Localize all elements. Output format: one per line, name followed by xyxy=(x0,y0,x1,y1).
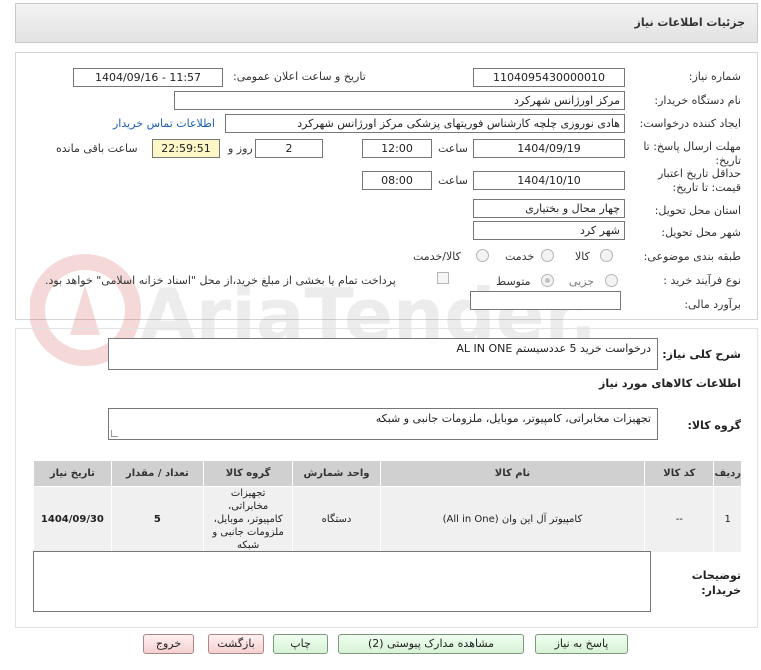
back-button[interactable]: بازگشت xyxy=(208,634,264,654)
table-header-row: ردیف کد کالا نام کالا واحد شمارش گروه کا… xyxy=(33,460,742,487)
process-minor-radio[interactable] xyxy=(605,274,618,287)
validity-label: حداقل تاریخ اعتبار قیمت: تا تاریخ: xyxy=(657,167,741,194)
buyer-org-label: نام دستگاه خریدار: xyxy=(654,94,741,107)
summary-text: درخواست خرید 5 عددسیستم AL IN ONE xyxy=(456,342,651,355)
col-header-code: کد کالا xyxy=(644,460,715,487)
cell-name: کامپیوتر آل این وان (All in One) xyxy=(379,486,646,553)
reply-time-label: ساعت xyxy=(438,142,468,155)
category-service-radio[interactable] xyxy=(541,249,554,262)
validity-date-field[interactable]: 1404/10/10 xyxy=(473,171,625,190)
exit-button[interactable]: خروج xyxy=(143,634,194,654)
category-goods-service-radio[interactable] xyxy=(476,249,489,262)
requester-label: ایجاد کننده درخواست: xyxy=(639,117,741,130)
goods-info-title: اطلاعات کالاهای مورد نیاز xyxy=(599,377,741,390)
page-header: جزئیات اطلاعات نیاز xyxy=(15,3,758,43)
cell-group: تجهیزات مخابراتی، کامپیوتر، موبایل، ملزو… xyxy=(202,486,294,553)
reply-button[interactable]: پاسخ به نیاز xyxy=(535,634,628,654)
city-field[interactable]: شهر کرد xyxy=(473,221,625,240)
requester-field[interactable]: هادی نوروزی چلچه کارشناس فوریتهای پزشکی … xyxy=(225,114,625,133)
table-row[interactable]: 1 -- کامپیوتر آل این وان (All in One) دس… xyxy=(33,486,742,553)
reply-date-field[interactable]: 1404/09/19 xyxy=(473,139,625,158)
col-header-date: تاریخ نیاز xyxy=(33,460,112,487)
col-header-row-num: ردیف xyxy=(713,460,742,487)
items-table: ردیف کد کالا نام کالا واحد شمارش گروه کا… xyxy=(33,460,742,553)
col-header-group: گروه کالا xyxy=(202,460,294,487)
col-header-name: نام کالا xyxy=(379,460,646,487)
buyer-contact-link[interactable]: اطلاعات تماس خریدار xyxy=(113,117,215,130)
buyer-org-field[interactable]: مرکز اورژانس شهرکرد xyxy=(174,91,625,110)
province-field[interactable]: چهار محال و بختیاری xyxy=(473,199,625,218)
cell-qty: 5 xyxy=(110,486,204,553)
category-goods-service-label: کالا/خدمت xyxy=(413,250,461,263)
buyer-notes-field[interactable] xyxy=(33,551,651,612)
items-table-wrap: ردیف کد کالا نام کالا واحد شمارش گروه کا… xyxy=(33,460,742,553)
process-minor-label: جزیی xyxy=(569,275,595,288)
process-label: نوع فرآیند خرید : xyxy=(663,274,741,287)
print-button[interactable]: چاپ xyxy=(273,634,328,654)
process-medium-radio[interactable] xyxy=(541,274,554,287)
cell-date: 1404/09/30 xyxy=(33,486,112,553)
need-number-field[interactable]: 1104095430000010 xyxy=(473,68,625,87)
summary-field[interactable]: درخواست خرید 5 عددسیستم AL IN ONE xyxy=(108,338,658,370)
category-goods-radio[interactable] xyxy=(600,249,613,262)
province-label: استان محل تحویل: xyxy=(654,204,741,217)
resize-grip-icon[interactable] xyxy=(111,430,118,437)
remaining-time-label: ساعت باقی مانده xyxy=(56,142,138,155)
days-label: روز و xyxy=(228,142,253,155)
reply-days-field[interactable]: 2 xyxy=(255,139,323,158)
category-goods-label: کالا xyxy=(575,250,590,263)
col-header-unit: واحد شمارش xyxy=(292,460,381,487)
view-attachments-button[interactable]: مشاهده مدارک پیوستی (2) xyxy=(338,634,524,654)
category-label: طبقه بندی موضوعی: xyxy=(643,250,741,263)
reply-deadline-label: مهلت ارسال پاسخ: تا تاریخ: xyxy=(643,140,741,167)
col-header-qty: تعداد / مقدار xyxy=(110,460,204,487)
process-medium-label: متوسط xyxy=(496,275,531,288)
reply-time-field[interactable]: 12:00 xyxy=(362,139,432,158)
treasury-payment-checkbox[interactable] xyxy=(437,272,449,284)
goods-group-field[interactable]: تجهیزات مخابراتی، کامپیوتر، موبایل، ملزو… xyxy=(108,408,658,440)
city-label: شهر محل تحویل: xyxy=(661,226,741,239)
cell-row-num: 1 xyxy=(713,486,742,553)
page-title: جزئیات اطلاعات نیاز xyxy=(634,16,746,29)
treasury-payment-note: پرداخت تمام یا بخشی از مبلغ خرید،از محل … xyxy=(45,274,396,287)
validity-time-label: ساعت xyxy=(438,174,468,187)
cell-unit: دستگاه xyxy=(292,486,381,553)
buyer-notes-label: توضیحات خریدار: xyxy=(691,569,741,597)
summary-label: شرح کلی نیاز: xyxy=(662,348,741,361)
cell-code: -- xyxy=(644,486,715,553)
validity-time-field[interactable]: 08:00 xyxy=(362,171,432,190)
need-number-label: شماره نیاز: xyxy=(688,70,741,83)
announce-datetime-label: تاریخ و ساعت اعلان عمومی: xyxy=(233,70,366,83)
goods-group-text: تجهیزات مخابراتی، کامپیوتر، موبایل، ملزو… xyxy=(375,412,651,425)
goods-group-label: گروه کالا: xyxy=(687,419,741,432)
estimate-field[interactable] xyxy=(470,291,621,310)
category-service-label: خدمت xyxy=(505,250,535,263)
announce-datetime-field[interactable]: 1404/09/16 - 11:57 xyxy=(73,68,223,87)
estimate-label: برآورد مالی: xyxy=(684,298,741,311)
remaining-time-field: 22:59:51 xyxy=(152,139,220,158)
